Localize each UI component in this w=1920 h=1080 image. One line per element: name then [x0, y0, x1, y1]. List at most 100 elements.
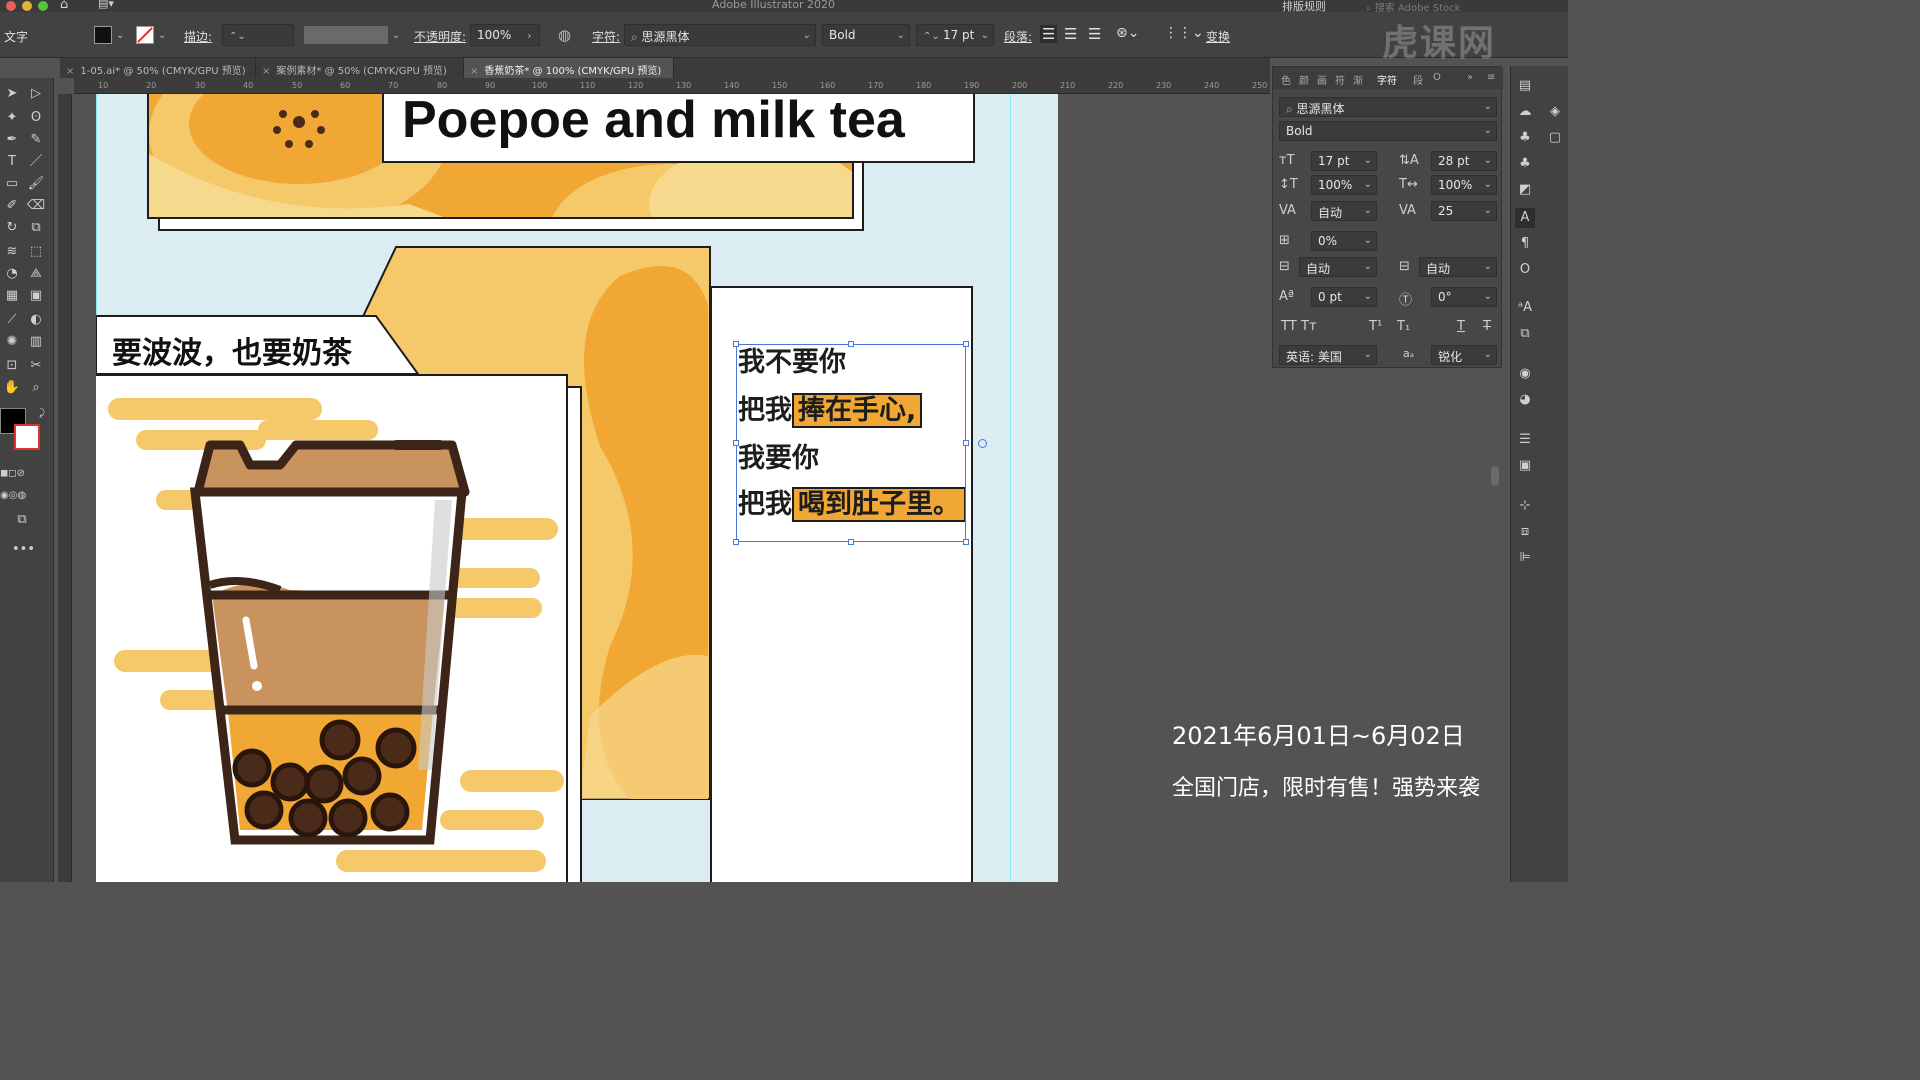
- panel-menu-icon[interactable]: ≡: [1487, 72, 1495, 83]
- variable-width-profile[interactable]: [304, 26, 388, 44]
- width-tool-icon[interactable]: ≋: [2, 242, 22, 262]
- aki-left-field[interactable]: 自动 ⌄: [1299, 257, 1377, 277]
- tracking-field[interactable]: 25 ⌄: [1431, 201, 1497, 221]
- subscript-icon[interactable]: T₁: [1397, 319, 1410, 334]
- vertical-scrollbar[interactable]: [1491, 466, 1499, 486]
- opacity-field[interactable]: 100% ›: [470, 24, 540, 46]
- gradient-icon[interactable]: ▣: [1515, 456, 1535, 476]
- chevron-down-icon[interactable]: ⌄: [116, 30, 124, 41]
- curvature-tool-icon[interactable]: ✎: [26, 130, 46, 150]
- panel-tab[interactable]: 符: [1335, 72, 1345, 87]
- date-text[interactable]: 2021年6月01日~6月02日: [1172, 716, 1465, 751]
- selection-handle[interactable]: [963, 539, 969, 545]
- lasso-tool-icon[interactable]: ʘ: [26, 108, 46, 128]
- blend-tool-icon[interactable]: ◐: [26, 310, 46, 330]
- minimize-window-button[interactable]: [22, 1, 32, 11]
- headline-text[interactable]: Poepoe and milk tea: [402, 90, 905, 150]
- selection-handle[interactable]: [848, 539, 854, 545]
- font-style-field[interactable]: Bold ⌄: [1279, 121, 1497, 141]
- promo-text[interactable]: 全国门店，限时有售！强势来袭: [1172, 770, 1490, 802]
- close-icon[interactable]: ×: [262, 66, 270, 77]
- align-left-icon[interactable]: ☰: [1040, 25, 1058, 43]
- direct-selection-tool-icon[interactable]: ▷: [26, 84, 46, 104]
- stroke-color-swatch[interactable]: [136, 26, 154, 44]
- chevron-down-icon[interactable]: ⌄: [158, 30, 166, 41]
- paintbrush-tool-icon[interactable]: 🖌: [26, 174, 46, 194]
- grid-align-icon[interactable]: ⋮⋮⌄: [1164, 25, 1204, 41]
- hand-tool-icon[interactable]: ✋: [2, 378, 22, 398]
- eraser-tool-icon[interactable]: ⌫: [26, 196, 46, 216]
- document-tab[interactable]: × 1-05.ai* @ 50% (CMYK/GPU 预览): [60, 58, 256, 78]
- home-icon[interactable]: ⌂: [60, 0, 68, 12]
- selection-handle[interactable]: [733, 539, 739, 545]
- rectangle-tool-icon[interactable]: ▭: [2, 174, 22, 194]
- stroke-icon[interactable]: ☰: [1515, 430, 1535, 450]
- panel-tab-active[interactable]: 字符: [1377, 72, 1397, 87]
- font-family-field[interactable]: ⌕ 思源黑体 ⌄: [624, 24, 816, 46]
- properties-icon[interactable]: ▤: [1515, 76, 1535, 96]
- color-icon[interactable]: ◉: [1515, 364, 1535, 384]
- line-tool-icon[interactable]: ／: [26, 152, 46, 172]
- close-icon[interactable]: ×: [66, 66, 74, 77]
- collapse-icon[interactable]: »: [1467, 72, 1473, 83]
- magic-wand-tool-icon[interactable]: ✦: [2, 108, 22, 128]
- horizontal-scale-field[interactable]: 100% ⌄: [1431, 175, 1497, 195]
- selection-tool-icon[interactable]: ➤: [2, 84, 22, 104]
- transform-link[interactable]: 变换: [1206, 28, 1230, 45]
- document-tab[interactable]: × 案例素材* @ 50% (CMYK/GPU 预览): [256, 58, 464, 78]
- swap-fill-stroke-icon[interactable]: ⤸: [32, 404, 52, 424]
- align-center-icon[interactable]: ☰: [1064, 25, 1077, 43]
- font-size-field[interactable]: ⌃⌄ 17 pt ⌄: [916, 24, 994, 46]
- column-graph-tool-icon[interactable]: ▥: [26, 332, 46, 352]
- selection-handle[interactable]: [963, 440, 969, 446]
- stroke-swatch[interactable]: [14, 424, 40, 450]
- stroke-weight-field[interactable]: ⌃⌄: [222, 24, 294, 46]
- eyedropper-tool-icon[interactable]: ⟋: [2, 310, 22, 330]
- opentype-tab-icon[interactable]: O: [1433, 72, 1441, 83]
- panel-tab[interactable]: 段: [1413, 72, 1423, 87]
- milk-tea-card-shadow[interactable]: [566, 386, 582, 882]
- tsume-field[interactable]: 0% ⌄: [1311, 231, 1377, 251]
- more-tools-icon[interactable]: •••: [12, 540, 35, 560]
- kerning-field[interactable]: 自动 ⌄: [1311, 201, 1377, 221]
- selection-handle[interactable]: [733, 341, 739, 347]
- perspective-grid-tool-icon[interactable]: ⟁: [26, 264, 46, 284]
- zoom-window-button[interactable]: [38, 1, 48, 11]
- text-thread-port[interactable]: [978, 439, 987, 448]
- shaper-tool-icon[interactable]: ✐: [2, 196, 22, 216]
- mesh-tool-icon[interactable]: ▦: [2, 286, 22, 306]
- libraries-icon[interactable]: ☁: [1515, 102, 1535, 122]
- align-right-icon[interactable]: ☰: [1088, 25, 1101, 43]
- recolor-icon[interactable]: ◍: [558, 26, 571, 44]
- transform-icon[interactable]: ⊹: [1515, 496, 1535, 516]
- links-icon[interactable]: ⧉: [1515, 324, 1535, 344]
- small-caps-icon[interactable]: Tᴛ: [1301, 319, 1317, 334]
- free-transform-tool-icon[interactable]: ⬚: [26, 242, 46, 262]
- pathfinder-icon[interactable]: ⧈: [1515, 522, 1535, 542]
- character-panel-icon[interactable]: A: [1515, 208, 1535, 228]
- glyphs-icon[interactable]: ᵃA: [1515, 298, 1535, 318]
- close-window-button[interactable]: [6, 1, 16, 11]
- selection-handle[interactable]: [848, 341, 854, 347]
- screen-mode-icon[interactable]: ⧉: [12, 510, 32, 530]
- vertical-scale-field[interactable]: 100% ⌄: [1311, 175, 1377, 195]
- close-icon[interactable]: ×: [470, 66, 478, 77]
- workspace-switcher-icon[interactable]: ▤▾: [98, 0, 114, 10]
- gradient-tool-icon[interactable]: ▣: [26, 286, 46, 306]
- aki-right-field[interactable]: 自动 ⌄: [1419, 257, 1497, 277]
- language-field[interactable]: 英语: 美国 ⌄: [1279, 345, 1377, 365]
- panel-tab[interactable]: 色: [1281, 72, 1291, 87]
- font-family-field[interactable]: ⌕ 思源黑体 ⌄: [1279, 97, 1497, 117]
- text-wrap-icon[interactable]: ⊛⌄: [1116, 25, 1139, 41]
- rotate-tool-icon[interactable]: ↻: [2, 218, 22, 238]
- strikethrough-icon[interactable]: T: [1483, 319, 1491, 334]
- slice-tool-icon[interactable]: ✂: [26, 356, 46, 376]
- draw-mode-icon[interactable]: ◉◎◍: [0, 486, 26, 506]
- graphic-styles-icon[interactable]: ◩: [1515, 180, 1535, 200]
- panel-tab[interactable]: 颜: [1299, 72, 1309, 87]
- color-guide-icon[interactable]: ◕: [1515, 390, 1535, 410]
- symbol-sprayer-tool-icon[interactable]: ✺: [2, 332, 22, 352]
- shape-builder-tool-icon[interactable]: ◔: [2, 264, 22, 284]
- color-mode-icon[interactable]: ◼◻⊘: [0, 464, 25, 484]
- document-tab-active[interactable]: × 香蕉奶茶* @ 100% (CMYK/GPU 预览): [464, 58, 674, 78]
